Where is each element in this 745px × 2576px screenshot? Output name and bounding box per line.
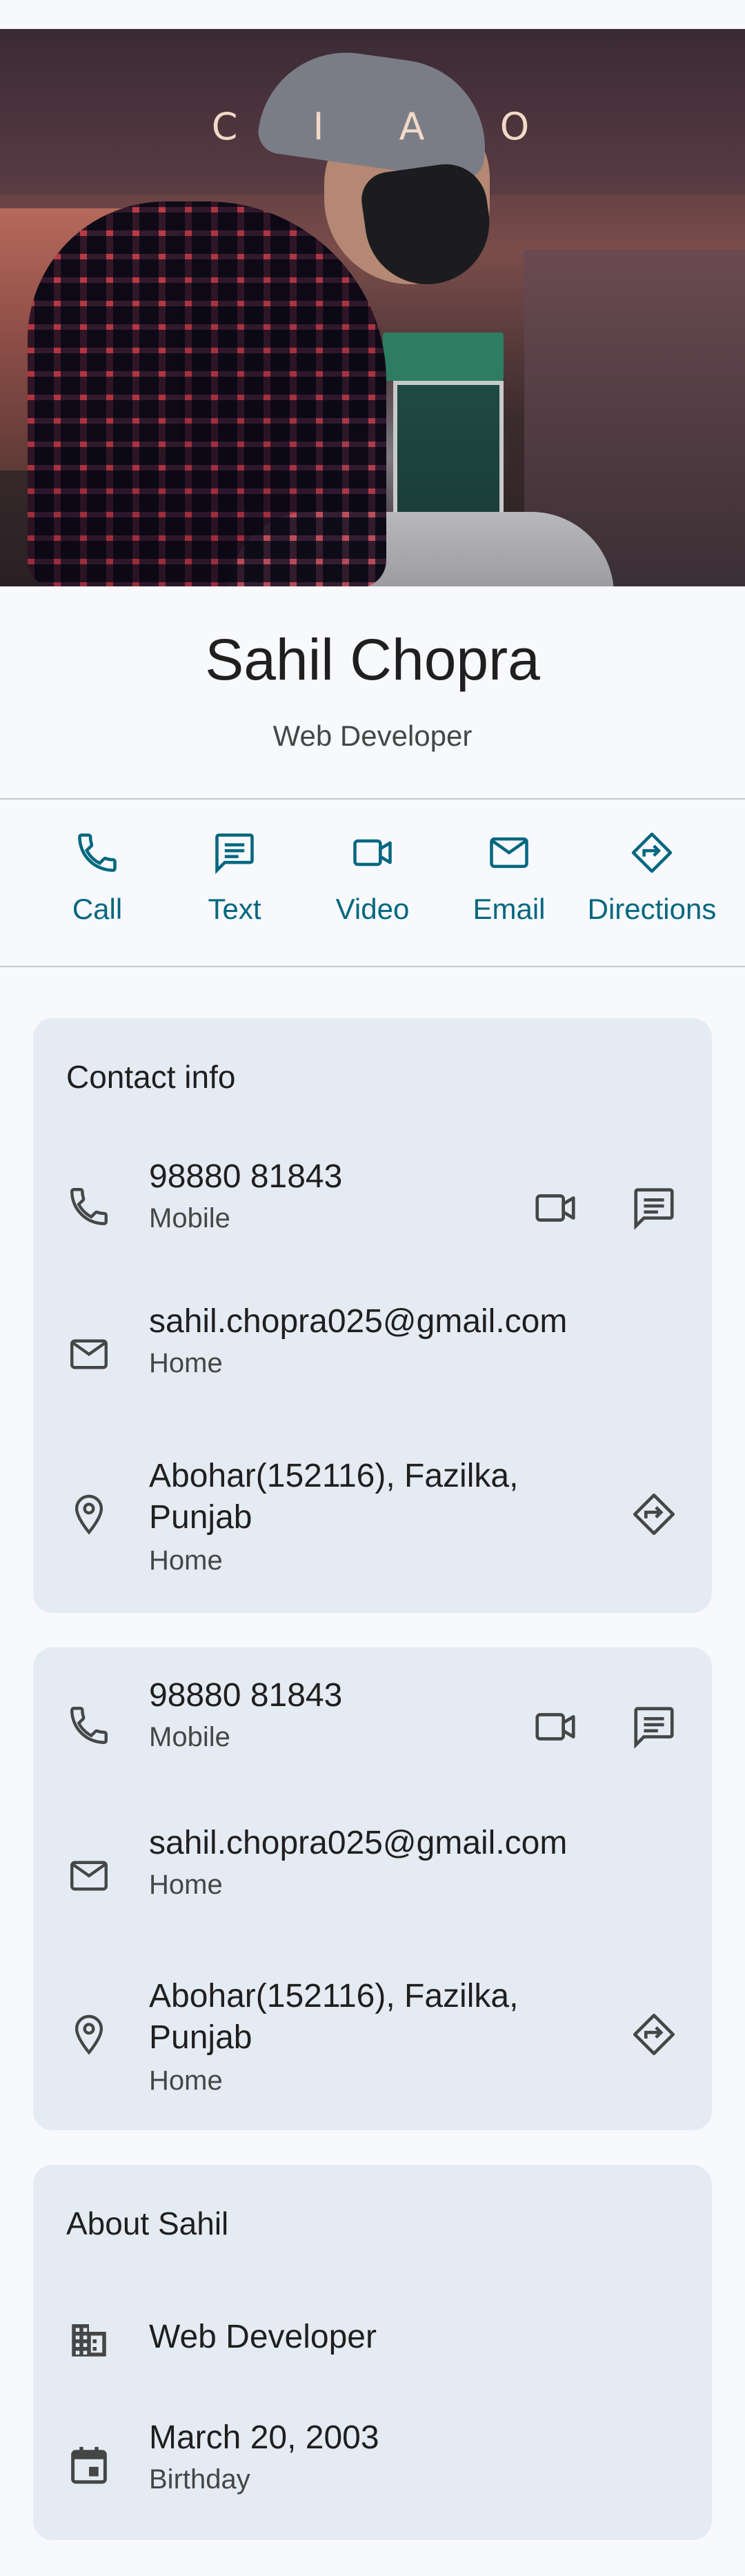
building-icon (66, 2317, 112, 2362)
divider (0, 798, 745, 800)
address-line2: Punjab (149, 2019, 252, 2056)
phone-number: 98880 81843 (149, 1677, 343, 1714)
phone-type: Mobile (149, 1722, 230, 1752)
video-label: Video (335, 893, 410, 925)
email-icon (66, 1331, 112, 1377)
phone-icon (66, 1703, 112, 1748)
divider (0, 966, 745, 967)
message-icon[interactable] (630, 1184, 678, 1232)
phone-icon (66, 1184, 112, 1229)
video-button[interactable]: Video (304, 829, 441, 926)
address-line1: Abohar(152116), Fazilka, (149, 1978, 519, 2014)
directions-button[interactable]: Directions (583, 829, 721, 926)
email-label: Email (473, 893, 546, 925)
contact-name: Sahil Chopra (205, 627, 540, 692)
address-type: Home (149, 1545, 223, 1576)
email-row[interactable]: sahil.chopra025@gmail.com Home (33, 1823, 712, 1926)
about-card: About Sahil Web Developer March 20, 2003… (33, 2165, 712, 2540)
directions-icon[interactable] (630, 2010, 678, 2059)
photo-overlay-text: C I A O (211, 105, 562, 148)
directions-label: Directions (587, 893, 717, 925)
contact-subtitle: Web Developer (272, 720, 473, 752)
message-icon[interactable] (630, 1703, 678, 1751)
calendar-icon (66, 2442, 112, 2488)
contact-photo: C I A O (0, 29, 745, 586)
address-row[interactable]: Abohar(152116), Fazilka, Punjab Home (33, 1976, 712, 2114)
email-address: sahil.chopra025@gmail.com (149, 1303, 568, 1340)
text-label: Text (208, 893, 261, 925)
address-line1: Abohar(152116), Fazilka, (149, 1458, 519, 1494)
phone-row[interactable]: 98880 81843 Mobile (33, 1156, 712, 1260)
phone-row[interactable]: 98880 81843 Mobile (33, 1675, 712, 1779)
email-icon (66, 1853, 112, 1899)
contact-info-card-secondary: 98880 81843 Mobile sahil.chopra025@gmail… (33, 1647, 712, 2130)
email-type: Home (149, 1348, 223, 1378)
birthday-label: Birthday (149, 2464, 250, 2495)
call-label: Call (72, 893, 123, 925)
work-title: Web Developer (149, 2319, 377, 2355)
email-address: sahil.chopra025@gmail.com (149, 1825, 568, 1861)
contact-info-card: Contact info 98880 81843 Mobile sahil.ch… (33, 1018, 712, 1613)
address-line2: Punjab (149, 1499, 252, 1536)
email-type: Home (149, 1870, 223, 1900)
email-icon (486, 829, 533, 876)
video-call-icon[interactable] (531, 1703, 579, 1751)
directions-icon[interactable] (630, 1490, 678, 1538)
text-button[interactable]: Text (166, 829, 304, 926)
call-button[interactable]: Call (28, 829, 166, 926)
location-pin-icon (66, 1492, 112, 1537)
location-pin-icon (66, 2012, 112, 2057)
message-icon (211, 829, 258, 876)
birthday-date: March 20, 2003 (149, 2419, 379, 2456)
card-title: About Sahil (66, 2206, 229, 2241)
directions-icon (628, 829, 675, 876)
address-type: Home (149, 2065, 223, 2096)
status-bar (0, 0, 745, 29)
work-row: Web Developer (33, 2310, 712, 2379)
card-title: Contact info (66, 1059, 236, 1095)
address-row[interactable]: Abohar(152116), Fazilka, Punjab Home (33, 1456, 712, 1594)
video-call-icon[interactable] (531, 1184, 579, 1232)
phone-number: 98880 81843 (149, 1158, 343, 1195)
email-button[interactable]: Email (440, 829, 578, 926)
quick-actions: Call Text Video Email Directions (0, 829, 745, 940)
birthday-row: March 20, 2003 Birthday (33, 2417, 712, 2514)
email-row[interactable]: sahil.chopra025@gmail.com Home (33, 1301, 712, 1405)
video-icon (349, 829, 396, 876)
phone-type: Mobile (149, 1203, 230, 1233)
phone-icon (74, 829, 121, 876)
